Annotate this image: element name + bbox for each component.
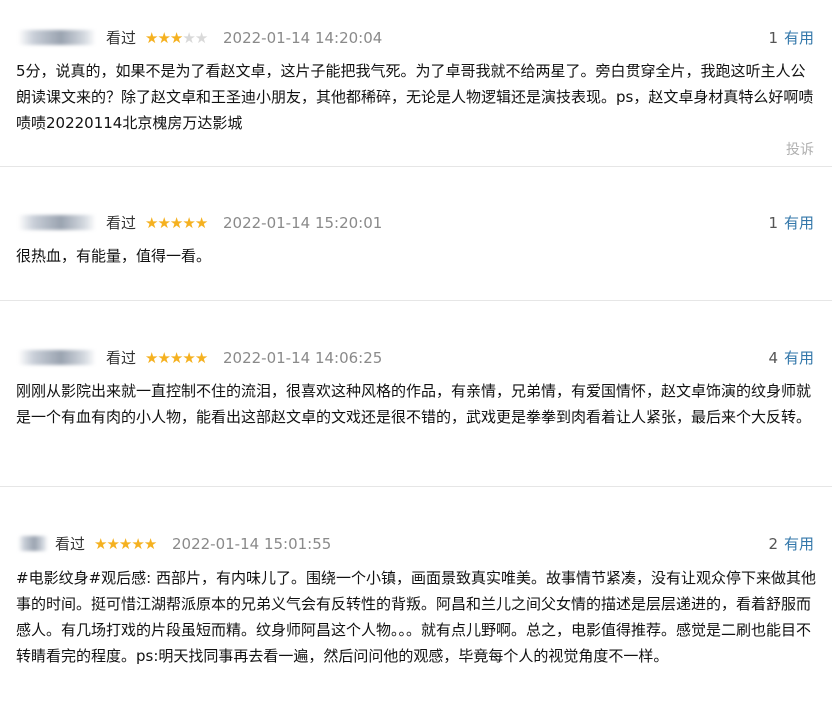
star-filled-icon: ★	[194, 349, 208, 367]
rating-stars: ★★★★★	[145, 28, 208, 48]
useful-vote: 1 有用	[768, 213, 814, 233]
rating-stars: ★★★★★	[145, 348, 208, 368]
avatar[interactable]	[18, 30, 96, 45]
star-filled-icon: ★	[145, 349, 158, 367]
useful-count: 1	[768, 29, 778, 47]
star-filled-icon: ★	[106, 535, 119, 553]
star-filled-icon: ★	[143, 535, 157, 553]
star-filled-icon: ★	[131, 535, 144, 553]
review-time: 2022-01-14 15:20:01	[223, 214, 383, 232]
star-filled-icon: ★	[194, 214, 208, 232]
rating-stars: ★★★★★	[145, 213, 208, 233]
useful-vote: 1 有用	[768, 28, 814, 48]
star-empty-icon: ★	[182, 29, 195, 47]
useful-button[interactable]: 有用	[784, 535, 814, 553]
review-meta: 看过 ★★★★★ 2022-01-14 14:06:25 4 有用	[0, 348, 832, 368]
useful-button[interactable]: 有用	[784, 349, 814, 367]
review-text: 5分，说真的，如果不是为了看赵文卓，这片子能把我气死。为了卓哥我就不给两星了。旁…	[16, 62, 814, 132]
watched-label: 看过	[106, 214, 137, 232]
star-filled-icon: ★	[169, 349, 183, 367]
watched-label: 看过	[55, 535, 86, 553]
star-filled-icon: ★	[182, 349, 195, 367]
star-filled-icon: ★	[157, 29, 170, 47]
rating-stars: ★★★★★	[94, 534, 157, 554]
useful-vote: 4 有用	[768, 348, 814, 368]
watched-label: 看过	[106, 349, 137, 367]
avatar[interactable]	[18, 215, 96, 230]
review-time: 2022-01-14 15:01:55	[172, 535, 332, 553]
review-time: 2022-01-14 14:06:25	[223, 349, 383, 367]
star-filled-icon: ★	[182, 214, 195, 232]
watched-label: 看过	[106, 29, 137, 47]
useful-vote: 2 有用	[768, 534, 814, 554]
avatar[interactable]	[18, 536, 48, 551]
review-meta: 看过 ★★★★★ 2022-01-14 14:20:04 1 有用	[0, 28, 832, 48]
review-time: 2022-01-14 14:20:04	[223, 29, 383, 47]
star-empty-icon: ★	[194, 29, 208, 47]
useful-button[interactable]: 有用	[784, 214, 814, 232]
review-meta: 看过 ★★★★★ 2022-01-14 15:20:01 1 有用	[0, 213, 832, 233]
avatar[interactable]	[18, 350, 96, 365]
divider	[0, 166, 832, 167]
star-filled-icon: ★	[157, 349, 170, 367]
divider	[0, 300, 832, 301]
useful-button[interactable]: 有用	[784, 29, 814, 47]
report-button[interactable]: 投诉	[786, 139, 814, 159]
star-filled-icon: ★	[94, 535, 107, 553]
star-filled-icon: ★	[145, 214, 158, 232]
review-meta: 看过 ★★★★★ 2022-01-14 15:01:55 2 有用	[0, 534, 832, 554]
useful-count: 4	[768, 349, 778, 367]
star-filled-icon: ★	[145, 29, 158, 47]
star-filled-icon: ★	[169, 29, 183, 47]
divider	[0, 486, 832, 487]
review-text: 刚刚从影院出来就一直控制不住的流泪，很喜欢这种风格的作品，有亲情，兄弟情，有爱国…	[16, 382, 812, 426]
star-filled-icon: ★	[118, 535, 132, 553]
useful-count: 2	[768, 535, 778, 553]
useful-count: 1	[768, 214, 778, 232]
star-filled-icon: ★	[169, 214, 183, 232]
review-text: 很热血，有能量，值得一看。	[16, 247, 212, 265]
star-filled-icon: ★	[157, 214, 170, 232]
review-text: #电影纹身#观后感: 西部片，有内味儿了。围绕一个小镇，画面景致真实唯美。故事情…	[16, 569, 816, 665]
